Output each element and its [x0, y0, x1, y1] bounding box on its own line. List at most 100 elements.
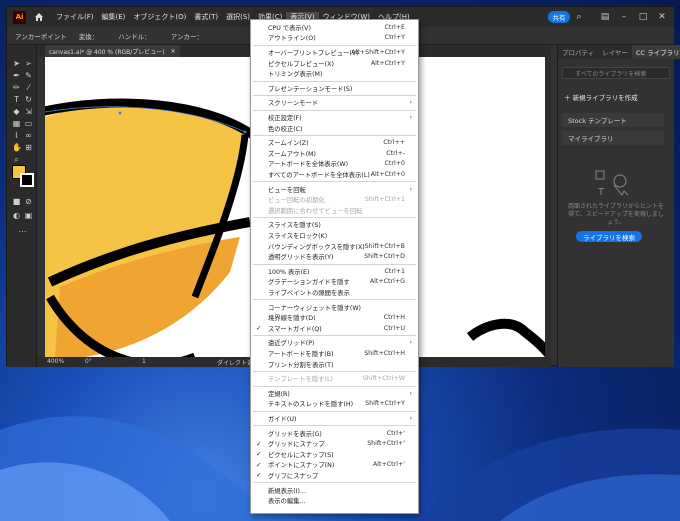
view-menu-item[interactable]: ピクセルプレビュー(X) Alt+Ctrl+Y	[251, 58, 418, 69]
pen-tool-icon[interactable]: ✒	[12, 71, 21, 80]
tab-properties[interactable]: プロパティ	[558, 47, 598, 57]
close-icon[interactable]: ✕	[657, 12, 667, 22]
submenu-arrow-icon: ›	[409, 339, 412, 347]
eyedropper-tool-icon[interactable]: ⌇	[12, 131, 21, 140]
view-menu-item[interactable]: CPU で表示(V) Ctrl+E	[251, 22, 418, 33]
view-menu-item[interactable]: トリミング表示(M)	[251, 68, 418, 79]
view-menu-item[interactable]: ✓ ポイントにスナップ(N) Alt+Ctrl+'	[251, 460, 418, 471]
search-icon[interactable]: ⌕	[574, 12, 584, 22]
scale-tool-icon[interactable]: ⇲	[24, 107, 33, 116]
pencil-tool-icon[interactable]: ✏	[12, 83, 21, 92]
menu-object[interactable]: オブジェクト(O)	[129, 12, 190, 22]
zoom-level[interactable]: 400%	[47, 358, 64, 365]
view-menu-item[interactable]: ✓ グリッドにスナップ Shift+Ctrl+'	[251, 438, 418, 449]
hand-tool-icon[interactable]: ✋	[12, 143, 22, 152]
minimize-icon[interactable]: –	[619, 12, 629, 22]
more-tools-icon[interactable]: ⋯	[18, 227, 27, 236]
view-menu-item[interactable]: スライスをロック(K)	[251, 230, 418, 241]
menu-separator	[253, 95, 416, 97]
new-library-button[interactable]: ＋ 新規ライブラリを作成	[564, 92, 638, 102]
maximize-icon[interactable]: □	[638, 12, 648, 22]
view-menu-item[interactable]: ガイド(U) ›	[251, 413, 418, 424]
gradient-tool-icon[interactable]: ▦	[12, 119, 21, 128]
document-tab[interactable]: canvas1.ai* @ 400 % (RGB/プレビュー) ✕	[45, 45, 180, 57]
view-menu-item[interactable]: プレゼンテーションモード(S)	[251, 83, 418, 94]
view-menu-item[interactable]: スライスを隠す(S)	[251, 220, 418, 231]
checkmark-icon: ✓	[256, 450, 262, 459]
rotation-value[interactable]: 0°	[85, 358, 92, 365]
view-menu-item[interactable]: 新規表示(I)...	[251, 485, 418, 496]
view-menu-item[interactable]: ✓ スマートガイド(Q) Ctrl+U	[251, 323, 418, 334]
view-menu-item[interactable]: スクリーンモード ›	[251, 98, 418, 109]
vertical-scrollbar[interactable]	[545, 57, 551, 357]
view-menu-item[interactable]: グリッドを表示(G) Ctrl+'	[251, 428, 418, 439]
view-menu-item[interactable]: 表示の編集...	[251, 495, 418, 506]
curvature-tool-icon[interactable]: ✎	[24, 71, 33, 80]
view-menu-item[interactable]: 遠近グリッド(P) ›	[251, 338, 418, 349]
menu-item-label: ピクセルにスナップ(S)	[268, 451, 334, 459]
screen-mode-icon[interactable]: ▣	[24, 211, 33, 220]
menu-item-label: 境界線を隠す(D)	[268, 315, 316, 323]
library-search-input[interactable]: すべてのライブラリを検索	[562, 67, 670, 79]
library-item-stock[interactable]: Stock テンプレート	[562, 113, 664, 127]
view-menu-item[interactable]: オーバープリントプレビュー(V) Alt+Shift+Ctrl+Y	[251, 47, 418, 58]
close-tab-icon[interactable]: ✕	[171, 48, 176, 55]
shape-tool-icon[interactable]: ▭	[24, 119, 33, 128]
browse-libraries-button[interactable]: ライブラリを検索	[576, 231, 642, 242]
view-menu-item[interactable]: 校正設定(F) ›	[251, 112, 418, 123]
view-menu-item[interactable]: ズームイン(Z) Ctrl++	[251, 137, 418, 148]
submenu-arrow-icon: ›	[409, 113, 412, 121]
view-menu-item[interactable]: 透明グリッドを表示(Y) Shift+Ctrl+D	[251, 251, 418, 262]
menu-item-label: グラデーションガイドを隠す	[268, 279, 350, 287]
none-color-icon[interactable]: ⊘	[24, 197, 33, 206]
menu-item-label: スライスをロック(K)	[268, 232, 328, 240]
menu-separator	[253, 181, 416, 183]
view-menu-item[interactable]: ライブペイントの隙間を表示	[251, 287, 418, 298]
menu-separator	[253, 385, 416, 387]
library-item-my-library[interactable]: マイライブラリ	[562, 131, 664, 145]
artboard-tool-icon[interactable]: ⊞	[24, 143, 33, 152]
view-menu-item[interactable]: テキストのスレッドを隠す(H) Shift+Ctrl+Y	[251, 399, 418, 410]
view-menu-item[interactable]: コーナーウィジェットを隠す(W)	[251, 302, 418, 313]
view-menu-item[interactable]: 色の校正(C)	[251, 123, 418, 134]
menu-item-label: プレゼンテーションモード(S)	[268, 85, 353, 93]
rotate-tool-icon[interactable]: ↻	[24, 95, 33, 104]
color-mode-icon[interactable]: ■	[12, 197, 21, 206]
menu-item-shortcut: Ctrl+-	[386, 149, 405, 157]
view-menu-item[interactable]: ✓ ピクセルにスナップ(S)	[251, 449, 418, 460]
draw-mode-icon[interactable]: ◐	[12, 211, 21, 220]
view-menu-item[interactable]: バウンディングボックスを隠す(X) Shift+Ctrl+B	[251, 241, 418, 252]
view-menu-item[interactable]: ズームアウト(M) Ctrl+-	[251, 148, 418, 159]
menu-separator	[253, 217, 416, 219]
view-menu-item[interactable]: アートボードを隠す(B) Shift+Ctrl+H	[251, 348, 418, 359]
view-menu-item[interactable]: アートボードを全体表示(W) Ctrl+0	[251, 159, 418, 170]
view-menu-item[interactable]: ✓ グリフにスナップ	[251, 470, 418, 481]
direct-selection-tool-icon[interactable]: ➢	[24, 59, 33, 68]
workspace-icon[interactable]: ▤	[600, 12, 610, 22]
tab-cc-libraries[interactable]: CC ライブラリ	[631, 45, 680, 59]
eraser-tool-icon[interactable]: ◆	[12, 107, 21, 116]
view-menu-item[interactable]: 定規(R) ›	[251, 388, 418, 399]
blend-tool-icon[interactable]: ∞	[24, 131, 33, 140]
anchor-point-label: アンカーポイント	[15, 32, 67, 41]
tab-layers[interactable]: レイヤー	[598, 47, 632, 57]
view-menu-item[interactable]: 境界線を隠す(D) Ctrl+H	[251, 312, 418, 323]
view-menu-item[interactable]: ビューを回転 ›	[251, 184, 418, 195]
brush-tool-icon[interactable]: ⁄	[24, 83, 33, 92]
menu-edit[interactable]: 編集(E)	[98, 12, 130, 22]
type-tool-icon[interactable]: T	[12, 95, 21, 104]
zoom-tool-icon[interactable]: ⌕	[12, 155, 21, 164]
view-menu-item[interactable]: グラデーションガイドを隠す Alt+Ctrl+G	[251, 277, 418, 288]
selection-tool-icon[interactable]: ➤	[12, 59, 21, 68]
menu-type[interactable]: 書式(T)	[190, 12, 222, 22]
share-button[interactable]: 共有	[548, 11, 570, 23]
checkmark-icon: ✓	[256, 324, 262, 333]
view-menu-item[interactable]: すべてのアートボードを全体表示(L) Alt+Ctrl+0	[251, 169, 418, 180]
menu-file[interactable]: ファイル(F)	[52, 12, 98, 22]
view-menu-item[interactable]: 100% 表示(E) Ctrl+1	[251, 266, 418, 277]
artboard-number[interactable]: 1	[142, 358, 146, 365]
view-menu-item[interactable]: アウトライン(O) Ctrl+Y	[251, 33, 418, 44]
stroke-color-swatch[interactable]	[20, 173, 34, 187]
home-icon[interactable]	[34, 12, 44, 22]
view-menu-item[interactable]: プリント分割を表示(T)	[251, 359, 418, 370]
